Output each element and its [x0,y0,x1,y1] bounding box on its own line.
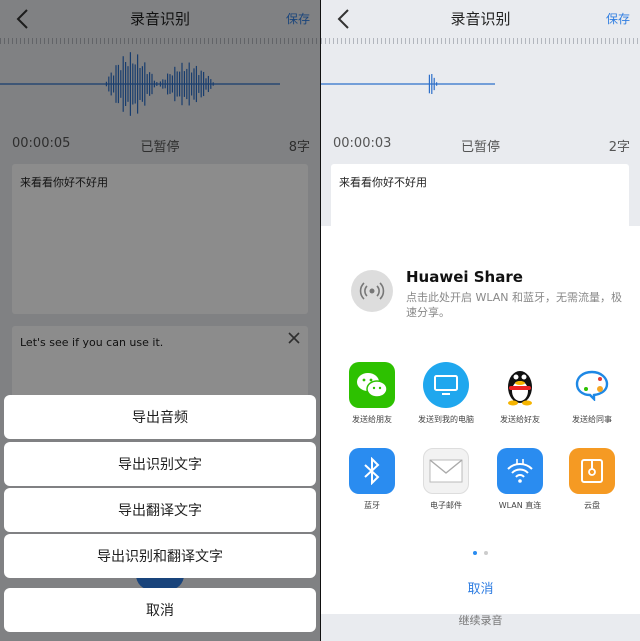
cancel-button[interactable]: 取消 [4,588,316,632]
transcript-text: 来看看你好不好用 [339,176,427,189]
share-bluetooth[interactable]: 蓝牙 [333,448,411,511]
share-cloud-drive[interactable]: 云盘 [553,448,631,511]
wechat-icon [349,362,395,408]
info-bar: 00:00:03 已暂停 2字 [321,130,640,156]
cloud-drive-icon [569,448,615,494]
share-sheet: Huawei Share 点击此处开启 WLAN 和蓝牙，无需流量，极速分享。 … [321,226,640,614]
top-bar: 录音识别 保存 [321,0,640,40]
share-colleague[interactable]: 发送给同事 [553,362,631,425]
share-my-computer[interactable]: 发送到我的电脑 [407,362,485,425]
page-indicator [321,540,640,559]
share-qq[interactable]: 发送给好友 [481,362,559,425]
wireless-share-icon [359,282,385,300]
share-wlan-direct[interactable]: WLAN 直连 [481,448,559,511]
export-audio-button[interactable]: 导出音频 [4,395,316,439]
right-screen: 录音识别 保存 00:00:03 已暂停 2字 来看看你好不好用 Huawei … [321,0,640,641]
huawei-share-description: 点击此处开启 WLAN 和蓝牙，无需流量，极速分享。 [406,291,623,319]
export-both-button[interactable]: 导出识别和翻译文字 [4,534,316,578]
app-label: 电子邮件 [430,501,462,510]
qq-icon [497,362,543,408]
char-count: 2字 [608,140,630,155]
computer-icon [423,362,469,408]
share-wechat[interactable]: 发送给朋友 [333,362,411,425]
huawei-share-button[interactable] [351,270,393,312]
app-label: 蓝牙 [364,501,380,510]
app-label: 发送给好友 [500,415,540,424]
app-label: 发送给朋友 [352,415,392,424]
email-icon [423,448,469,494]
waveform [321,73,495,95]
wlan-icon [497,448,543,494]
share-email[interactable]: 电子邮件 [407,448,485,511]
app-label: WLAN 直连 [498,501,542,510]
bluetooth-icon [349,448,395,494]
export-recognized-text-button[interactable]: 导出识别文字 [4,442,316,486]
page-dot [484,551,489,555]
page-title: 录音识别 [450,10,511,28]
app-label: 发送到我的电脑 [418,415,474,424]
export-translated-text-button[interactable]: 导出翻译文字 [4,488,316,532]
cancel-button[interactable]: 取消 [321,578,640,597]
continue-recording-hint[interactable]: 继续录音 [321,612,640,628]
status-text: 已暂停 [460,140,500,155]
save-button[interactable]: 保存 [606,10,630,27]
page-dot-active [472,551,477,555]
chat-bubble-icon [569,362,615,408]
app-label: 云盘 [584,501,600,510]
left-screen: 录音识别 保存 00:00:05 已暂停 8字 来看看你好不好用 Let's s… [0,0,320,641]
huawei-share-title: Huawei Share [406,268,523,286]
app-label: 发送给同事 [572,415,612,424]
